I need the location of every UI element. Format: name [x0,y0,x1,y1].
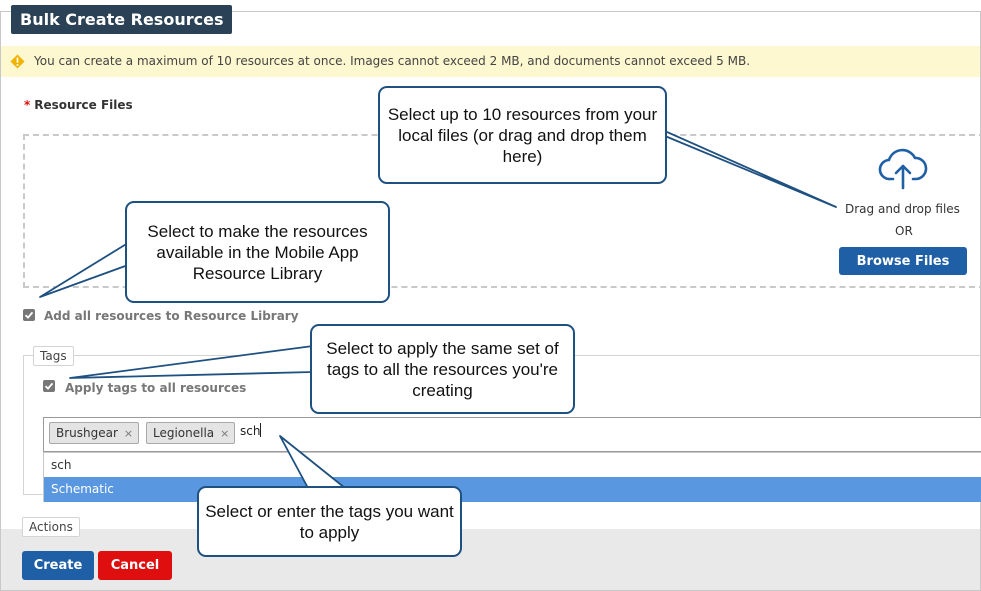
callout-select-tags: Select or enter the tags you want to app… [197,486,462,557]
callout-upload: Select up to 10 resources from your loca… [378,86,667,184]
callout-library: Select to make the resources available i… [125,201,390,303]
callout-apply-tags: Select to apply the same set of tags to … [310,324,575,414]
